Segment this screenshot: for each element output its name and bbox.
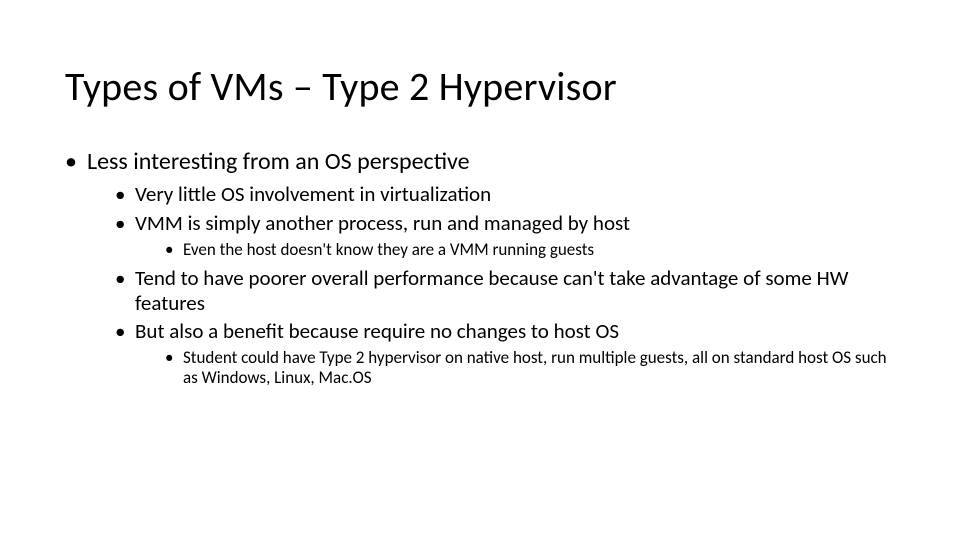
slide: Types of VMs – Type 2 Hypervisor Less in… [0, 0, 960, 540]
bullet-list-level-3: Student could have Type 2 hypervisor on … [135, 348, 895, 388]
bullet-text: Student could have Type 2 hypervisor on … [183, 347, 887, 388]
bullet-item: Even the host doesn't know they are a VM… [165, 240, 895, 260]
slide-body: Less interesting from an OS perspective … [65, 148, 895, 394]
bullet-item: Tend to have poorer overall performance … [115, 266, 895, 316]
slide-title: Types of VMs – Type 2 Hypervisor [65, 62, 617, 111]
bullet-text: But also a benefit because require no ch… [135, 318, 619, 344]
bullet-item: Very little OS involvement in virtualiza… [115, 182, 895, 207]
bullet-text: Less interesting from an OS perspective [87, 147, 470, 176]
bullet-text: Even the host doesn't know they are a VM… [183, 239, 594, 260]
bullet-text: Tend to have poorer overall performance … [135, 265, 848, 316]
bullet-text: VMM is simply another process, run and m… [135, 210, 630, 236]
bullet-item: But also a benefit because require no ch… [115, 319, 895, 388]
bullet-item: Less interesting from an OS perspective … [65, 148, 895, 388]
bullet-item: Student could have Type 2 hypervisor on … [165, 348, 895, 388]
bullet-item: VMM is simply another process, run and m… [115, 211, 895, 260]
bullet-list-level-1: Less interesting from an OS perspective … [65, 148, 895, 388]
bullet-text: Very little OS involvement in virtualiza… [135, 181, 491, 207]
bullet-list-level-3: Even the host doesn't know they are a VM… [135, 240, 895, 260]
bullet-list-level-2: Very little OS involvement in virtualiza… [87, 182, 895, 388]
